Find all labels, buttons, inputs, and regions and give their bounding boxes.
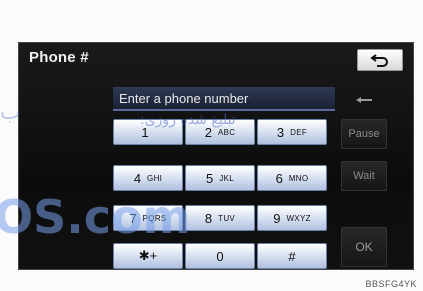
key-digit: 4 [133, 170, 142, 186]
phone-number-display[interactable]: Enter a phone number [113, 87, 335, 111]
page: Phone # Enter a phone number 1 2 ABC 3 D… [0, 0, 423, 291]
pause-label: Pause [348, 128, 380, 140]
key-digit: 9 [273, 210, 281, 226]
key-1[interactable]: 1 [113, 119, 183, 145]
key-3[interactable]: 3 DEF [257, 119, 327, 145]
key-letters: ABC [217, 127, 236, 137]
key-digit: 0 [216, 248, 224, 264]
backspace-arrow-icon [356, 97, 372, 103]
key-star-plus[interactable]: ✱+ [113, 243, 183, 269]
screen-title: Phone # [29, 49, 89, 66]
key-letters: DEF [290, 127, 308, 137]
image-code: BBSFG4YK [365, 279, 417, 289]
key-2[interactable]: 2 ABC [185, 119, 255, 145]
key-letters: TUV [218, 213, 236, 223]
back-button[interactable] [357, 49, 403, 71]
key-digit: 6 [275, 170, 283, 186]
wait-label: Wait [353, 170, 375, 182]
phone-number-screen: Phone # Enter a phone number 1 2 ABC 3 D… [18, 42, 414, 270]
pause-button[interactable]: Pause [341, 119, 387, 149]
key-5[interactable]: 5 JKL [185, 165, 255, 191]
display-placeholder: Enter a phone number [119, 91, 249, 106]
key-digit: 3 [276, 124, 285, 140]
key-8[interactable]: 8 TUV [185, 205, 255, 231]
backspace-button[interactable] [341, 89, 387, 111]
key-letters: JKL [219, 173, 234, 183]
key-letters: WXYZ [286, 213, 311, 223]
key-hash[interactable]: # [257, 243, 327, 269]
key-6[interactable]: 6 MNO [257, 165, 327, 191]
key-digit: 7 [129, 210, 137, 226]
key-7[interactable]: 7 PQRS [113, 205, 183, 231]
ok-button[interactable]: OK [341, 227, 387, 267]
key-letters: MNO [288, 173, 309, 183]
key-letters: PQRS [142, 213, 167, 223]
ok-label: OK [355, 240, 373, 254]
key-digit: # [288, 248, 296, 264]
key-digit: 2 [204, 124, 212, 140]
key-digit: ✱+ [138, 248, 158, 263]
key-digit: 1 [141, 124, 149, 140]
return-arrow-icon [370, 54, 388, 67]
key-0[interactable]: 0 [185, 243, 255, 269]
key-digit: 5 [206, 170, 214, 186]
key-letters: GHI [147, 173, 163, 183]
key-9[interactable]: 9 WXYZ [257, 205, 327, 231]
key-digit: 8 [204, 210, 213, 226]
wait-button[interactable]: Wait [341, 161, 387, 191]
key-4[interactable]: 4 GHI [113, 165, 183, 191]
